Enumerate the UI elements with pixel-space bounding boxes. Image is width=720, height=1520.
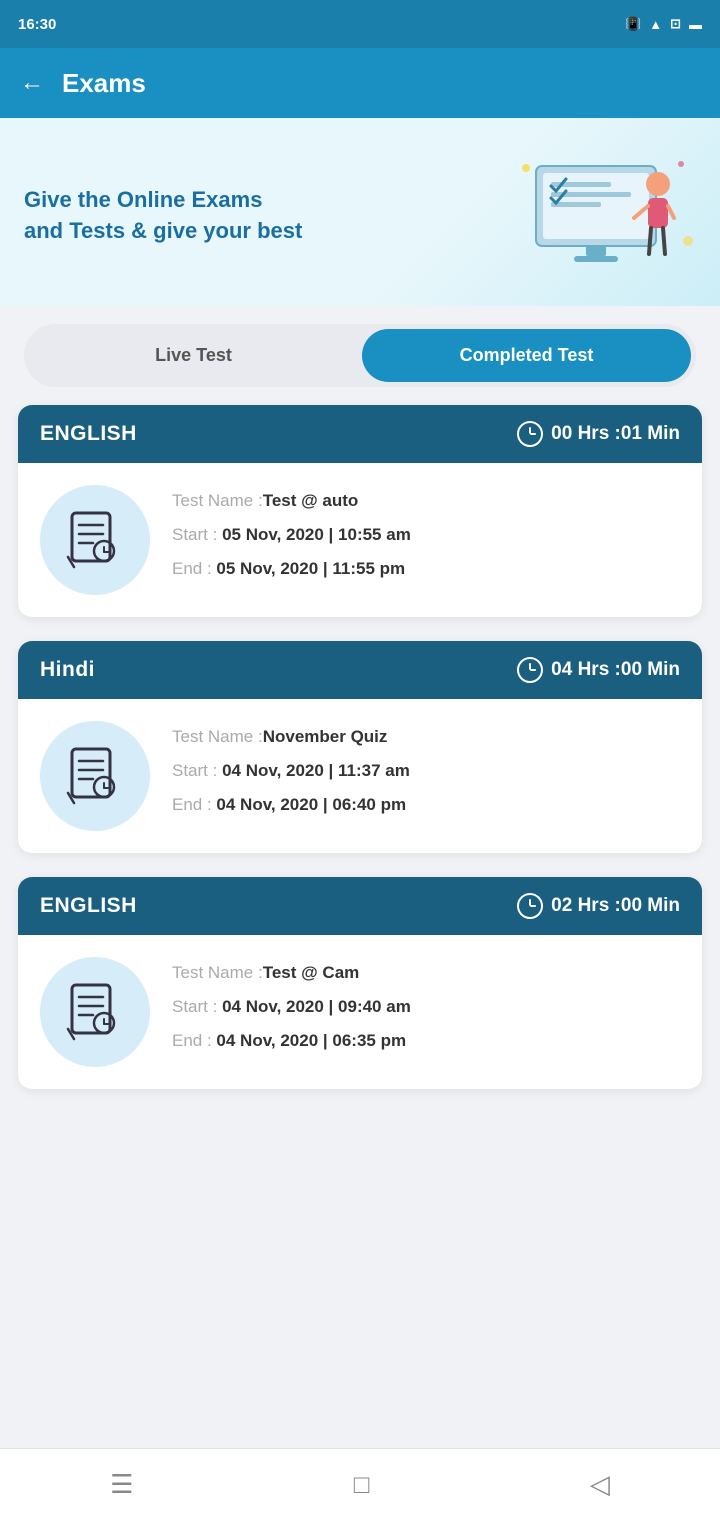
start-row-2: Start : 04 Nov, 2020 | 09:40 am: [172, 995, 680, 1019]
exam-doc-icon-0: [60, 505, 130, 575]
test-name-row-2: Test Name :Test @ Cam: [172, 961, 680, 985]
wifi-icon: ▲: [649, 17, 662, 32]
page-title: Exams: [62, 68, 146, 99]
end-row-0: End : 05 Nov, 2020 | 11:55 pm: [172, 557, 680, 581]
exam-doc-icon-1: [60, 741, 130, 811]
menu-icon[interactable]: ☰: [110, 1469, 133, 1500]
clock-icon-0: [517, 421, 543, 447]
exam-details-2: Test Name :Test @ Cam Start : 04 Nov, 20…: [172, 961, 680, 1062]
exam-subject-0: ENGLISH: [40, 422, 137, 446]
banner-illustration: [496, 146, 696, 286]
exam-card-0: ENGLISH 00 Hrs :01 Min: [18, 405, 702, 617]
banner: Give the Online Exams and Tests & give y…: [0, 118, 720, 306]
status-bar: 16:30 📳 ▲ ⊡ ▬: [0, 0, 720, 48]
exam-card-body-1: Test Name :November Quiz Start : 04 Nov,…: [18, 699, 702, 853]
exam-card-header-1: Hindi 04 Hrs :00 Min: [18, 641, 702, 699]
exam-subject-2: ENGLISH: [40, 894, 137, 918]
start-row-1: Start : 04 Nov, 2020 | 11:37 am: [172, 759, 680, 783]
exam-duration-0: 00 Hrs :01 Min: [517, 421, 680, 447]
header: ← Exams: [0, 48, 720, 118]
exam-duration-2: 02 Hrs :00 Min: [517, 893, 680, 919]
exam-card-body-2: Test Name :Test @ Cam Start : 04 Nov, 20…: [18, 935, 702, 1089]
bottom-nav: ☰ □ ◁: [0, 1448, 720, 1520]
exam-icon-circle-0: [40, 485, 150, 595]
screen-icon: ⊡: [670, 16, 681, 32]
test-name-row-0: Test Name :Test @ auto: [172, 489, 680, 513]
end-row-2: End : 04 Nov, 2020 | 06:35 pm: [172, 1029, 680, 1053]
tab-toggle: Live Test Completed Test: [24, 324, 696, 387]
exam-list: ENGLISH 00 Hrs :01 Min: [0, 405, 720, 1203]
exam-details-1: Test Name :November Quiz Start : 04 Nov,…: [172, 725, 680, 826]
clock-icon-2: [517, 893, 543, 919]
exam-icon-circle-2: [40, 957, 150, 1067]
exam-card-2: ENGLISH 02 Hrs :00 Min: [18, 877, 702, 1089]
battery-icon: ▬: [689, 17, 702, 32]
exam-card-header-2: ENGLISH 02 Hrs :00 Min: [18, 877, 702, 935]
exam-doc-icon-2: [60, 977, 130, 1047]
exam-card-header-0: ENGLISH 00 Hrs :01 Min: [18, 405, 702, 463]
exam-card-1: Hindi 04 Hrs :00 Min: [18, 641, 702, 853]
exam-duration-1: 04 Hrs :00 Min: [517, 657, 680, 683]
tab-completed-test[interactable]: Completed Test: [362, 329, 691, 382]
test-name-row-1: Test Name :November Quiz: [172, 725, 680, 749]
status-icons: 📳 ▲ ⊡ ▬: [625, 16, 702, 32]
start-row-0: Start : 05 Nov, 2020 | 10:55 am: [172, 523, 680, 547]
banner-text: Give the Online Exams and Tests & give y…: [24, 185, 302, 247]
vibrate-icon: 📳: [625, 16, 641, 32]
tab-live-test[interactable]: Live Test: [29, 329, 358, 382]
clock-icon-1: [517, 657, 543, 683]
exam-card-body-0: Test Name :Test @ auto Start : 05 Nov, 2…: [18, 463, 702, 617]
exam-icon-circle-1: [40, 721, 150, 831]
status-time: 16:30: [18, 16, 56, 33]
back-nav-icon[interactable]: ◁: [590, 1469, 610, 1500]
end-row-1: End : 04 Nov, 2020 | 06:40 pm: [172, 793, 680, 817]
exam-subject-1: Hindi: [40, 658, 95, 682]
home-square-icon[interactable]: □: [354, 1469, 370, 1500]
back-button[interactable]: ←: [20, 69, 44, 97]
exam-details-0: Test Name :Test @ auto Start : 05 Nov, 2…: [172, 489, 680, 590]
